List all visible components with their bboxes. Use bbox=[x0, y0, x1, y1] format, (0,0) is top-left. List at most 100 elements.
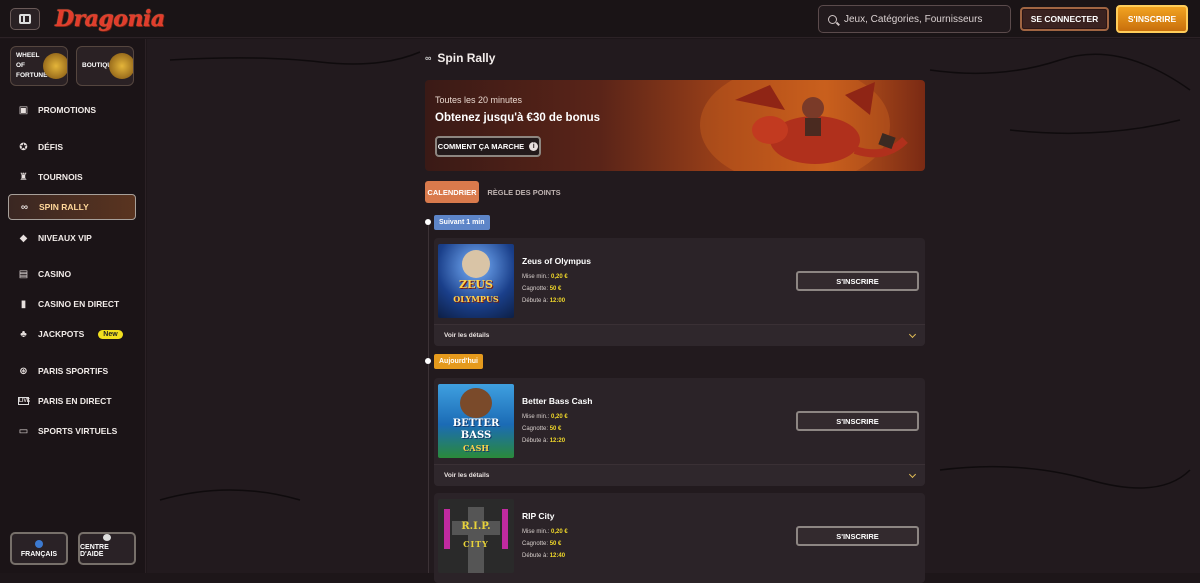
info-icon: i bbox=[529, 142, 539, 151]
top-bar: Dragonia Jeux, Catégories, Fournisseurs … bbox=[0, 0, 1200, 38]
wheel-of-fortune-tile[interactable]: WHEEL OF FORTUNE bbox=[10, 46, 68, 86]
gift-icon: ▣ bbox=[18, 104, 29, 116]
hero-title: Obtenez jusqu'à €30 de bonus bbox=[435, 112, 601, 124]
slot-icon: ▤ bbox=[18, 268, 29, 280]
min-bet: Mise min.: 0,20 € bbox=[522, 274, 568, 280]
sidebar-item-defis[interactable]: ✪ DÉFIS bbox=[8, 134, 136, 160]
sidebar-item-label: PARIS SPORTIFS bbox=[38, 366, 109, 376]
sidebar-item-label: SPIN RALLY bbox=[39, 202, 89, 212]
help-center-button[interactable]: CENTRE D'AIDE bbox=[78, 532, 136, 565]
rally-icon: ∞ bbox=[425, 53, 432, 63]
min-bet-label: Mise min.: bbox=[522, 529, 550, 535]
chevron-down-icon bbox=[908, 330, 917, 339]
timeline-dot bbox=[425, 219, 431, 225]
start-label: Débute à: bbox=[522, 553, 549, 559]
pot: Cagnotte: 50 € bbox=[522, 286, 561, 292]
pot-value: 50 € bbox=[549, 286, 562, 292]
bass-thumbnail: BETTER BASS CASH bbox=[438, 384, 514, 458]
fisherman-icon bbox=[460, 388, 492, 418]
tile-label: WHEEL OF FORTUNE bbox=[16, 52, 48, 79]
min-bet: Mise min.: 0,20 € bbox=[522, 414, 568, 420]
see-details-toggle[interactable]: Voir les détails bbox=[434, 324, 925, 346]
thumb-subtitle: OLYMPUS bbox=[453, 294, 499, 304]
signup-button[interactable]: S'INSCRIRE bbox=[1116, 5, 1188, 33]
search-placeholder: Jeux, Catégories, Fournisseurs bbox=[844, 13, 983, 25]
search-icon bbox=[828, 14, 837, 24]
sidebar-item-casino[interactable]: ▤ CASINO bbox=[8, 261, 136, 287]
pot-label: Cagnotte: bbox=[522, 541, 549, 547]
timeline-dot bbox=[425, 358, 431, 364]
clover-icon: ♣ bbox=[20, 328, 27, 340]
new-badge: New bbox=[98, 329, 123, 339]
sidebar-item-promotions[interactable]: ▣ PROMOTIONS bbox=[8, 97, 136, 123]
game-name: RIP City bbox=[522, 511, 555, 521]
diamond-icon: ◆ bbox=[19, 232, 28, 244]
trophy-icon: ♜ bbox=[19, 171, 28, 183]
tab-points-rules[interactable]: RÈGLE DES POINTS bbox=[484, 181, 564, 203]
login-button[interactable]: SE CONNECTER bbox=[1020, 7, 1109, 31]
language-button[interactable]: FRANÇAIS bbox=[10, 532, 68, 565]
tab-calendar[interactable]: CALENDRIER bbox=[425, 181, 479, 203]
how-it-works-button[interactable]: COMMENT ÇA MARCHE i bbox=[435, 136, 541, 157]
sidebar-item-vip[interactable]: ◆ NIVEAUX VIP bbox=[8, 225, 136, 251]
sidebar-toggle-button[interactable] bbox=[10, 8, 40, 30]
see-details-label: Voir les détails bbox=[444, 472, 490, 479]
help-icon bbox=[103, 534, 111, 541]
min-bet-value: 0,20 € bbox=[551, 274, 568, 280]
pot-value: 50 € bbox=[549, 426, 562, 432]
zeus-face-icon bbox=[462, 250, 490, 278]
search-input[interactable]: Jeux, Catégories, Fournisseurs bbox=[818, 5, 1011, 33]
sidebar-item-virtual-sports[interactable]: ▭ SPORTS VIRTUELS bbox=[8, 418, 136, 444]
globe-icon bbox=[35, 540, 43, 548]
sidebar-item-sports[interactable]: ⊛ PARIS SPORTIFS bbox=[8, 358, 136, 384]
register-button[interactable]: S'INSCRIRE bbox=[796, 526, 919, 546]
sidebar-item-label: SPORTS VIRTUELS bbox=[38, 426, 118, 436]
wheel-icon bbox=[43, 53, 67, 79]
sidebar-item-live-bets[interactable]: LIVE PARIS EN DIRECT bbox=[8, 388, 136, 414]
logo[interactable]: Dragonia bbox=[55, 6, 165, 32]
rally-icon: ∞ bbox=[20, 201, 29, 213]
how-it-works-label: COMMENT ÇA MARCHE bbox=[437, 142, 525, 151]
sidebar-item-label: CASINO bbox=[38, 269, 72, 279]
sidebar-item-label: DÉFIS bbox=[38, 142, 64, 152]
min-bet-value: 0,20 € bbox=[551, 414, 568, 420]
rip-thumbnail: R.I.P. CITY bbox=[438, 499, 514, 573]
language-label: FRANÇAIS bbox=[20, 551, 58, 558]
thumb-title: ZEUS bbox=[459, 278, 493, 291]
thumb-title: R.I.P. bbox=[461, 521, 491, 532]
thumb-subtitle: CASH bbox=[463, 443, 489, 453]
start-time: Débute à: 12:40 bbox=[522, 553, 565, 559]
min-bet-value: 0,20 € bbox=[551, 529, 568, 535]
thumb-title: BETTER bbox=[452, 418, 500, 429]
screen-icon: ▭ bbox=[18, 425, 29, 437]
ball-icon: ⊛ bbox=[19, 365, 28, 377]
pot: Cagnotte: 50 € bbox=[522, 541, 561, 547]
sidebar-item-label: TOURNOIS bbox=[38, 172, 83, 182]
start-time: Débute à: 12:00 bbox=[522, 298, 565, 304]
zeus-thumbnail: ZEUS OLYMPUS bbox=[438, 244, 514, 318]
rally-card-zeus: ZEUS OLYMPUS Zeus of Olympus Mise min.: … bbox=[434, 238, 925, 346]
sidebar-item-label: PROMOTIONS bbox=[38, 105, 97, 115]
start-value: 12:40 bbox=[549, 553, 566, 559]
sidebar-item-label: CASINO EN DIRECT bbox=[38, 299, 120, 309]
see-details-toggle[interactable]: Voir les détails bbox=[434, 464, 925, 486]
sidebar-item-live-casino[interactable]: ▮ CASINO EN DIRECT bbox=[8, 291, 136, 317]
medal-icon: ✪ bbox=[19, 141, 28, 153]
min-bet-label: Mise min.: bbox=[522, 414, 550, 420]
live-icon: LIVE bbox=[18, 397, 31, 405]
min-bet-label: Mise min.: bbox=[522, 274, 550, 280]
hero-banner: Toutes les 20 minutes Obtenez jusqu'à €3… bbox=[425, 80, 925, 171]
sidebar-icon bbox=[19, 14, 31, 24]
sidebar-item-spin-rally[interactable]: ∞ SPIN RALLY bbox=[8, 194, 136, 220]
sidebar-item-label: NIVEAUX VIP bbox=[38, 233, 92, 243]
sidebar-item-tournois[interactable]: ♜ TOURNOIS bbox=[8, 164, 136, 190]
rally-card-rip: R.I.P. CITY RIP City Mise min.: 0,20 € C… bbox=[434, 493, 925, 583]
sidebar-item-jackpots[interactable]: ♣ JACKPOTS New bbox=[8, 321, 136, 347]
boutique-tile[interactable]: BOUTIQUE bbox=[76, 46, 134, 86]
pot-value: 50 € bbox=[549, 541, 562, 547]
pot-label: Cagnotte: bbox=[522, 286, 549, 292]
start-label: Débute à: bbox=[522, 438, 549, 444]
sidebar: WHEEL OF FORTUNE BOUTIQUE ▣ PROMOTIONS ✪… bbox=[0, 39, 146, 573]
register-button[interactable]: S'INSCRIRE bbox=[796, 271, 919, 291]
register-button[interactable]: S'INSCRIRE bbox=[796, 411, 919, 431]
